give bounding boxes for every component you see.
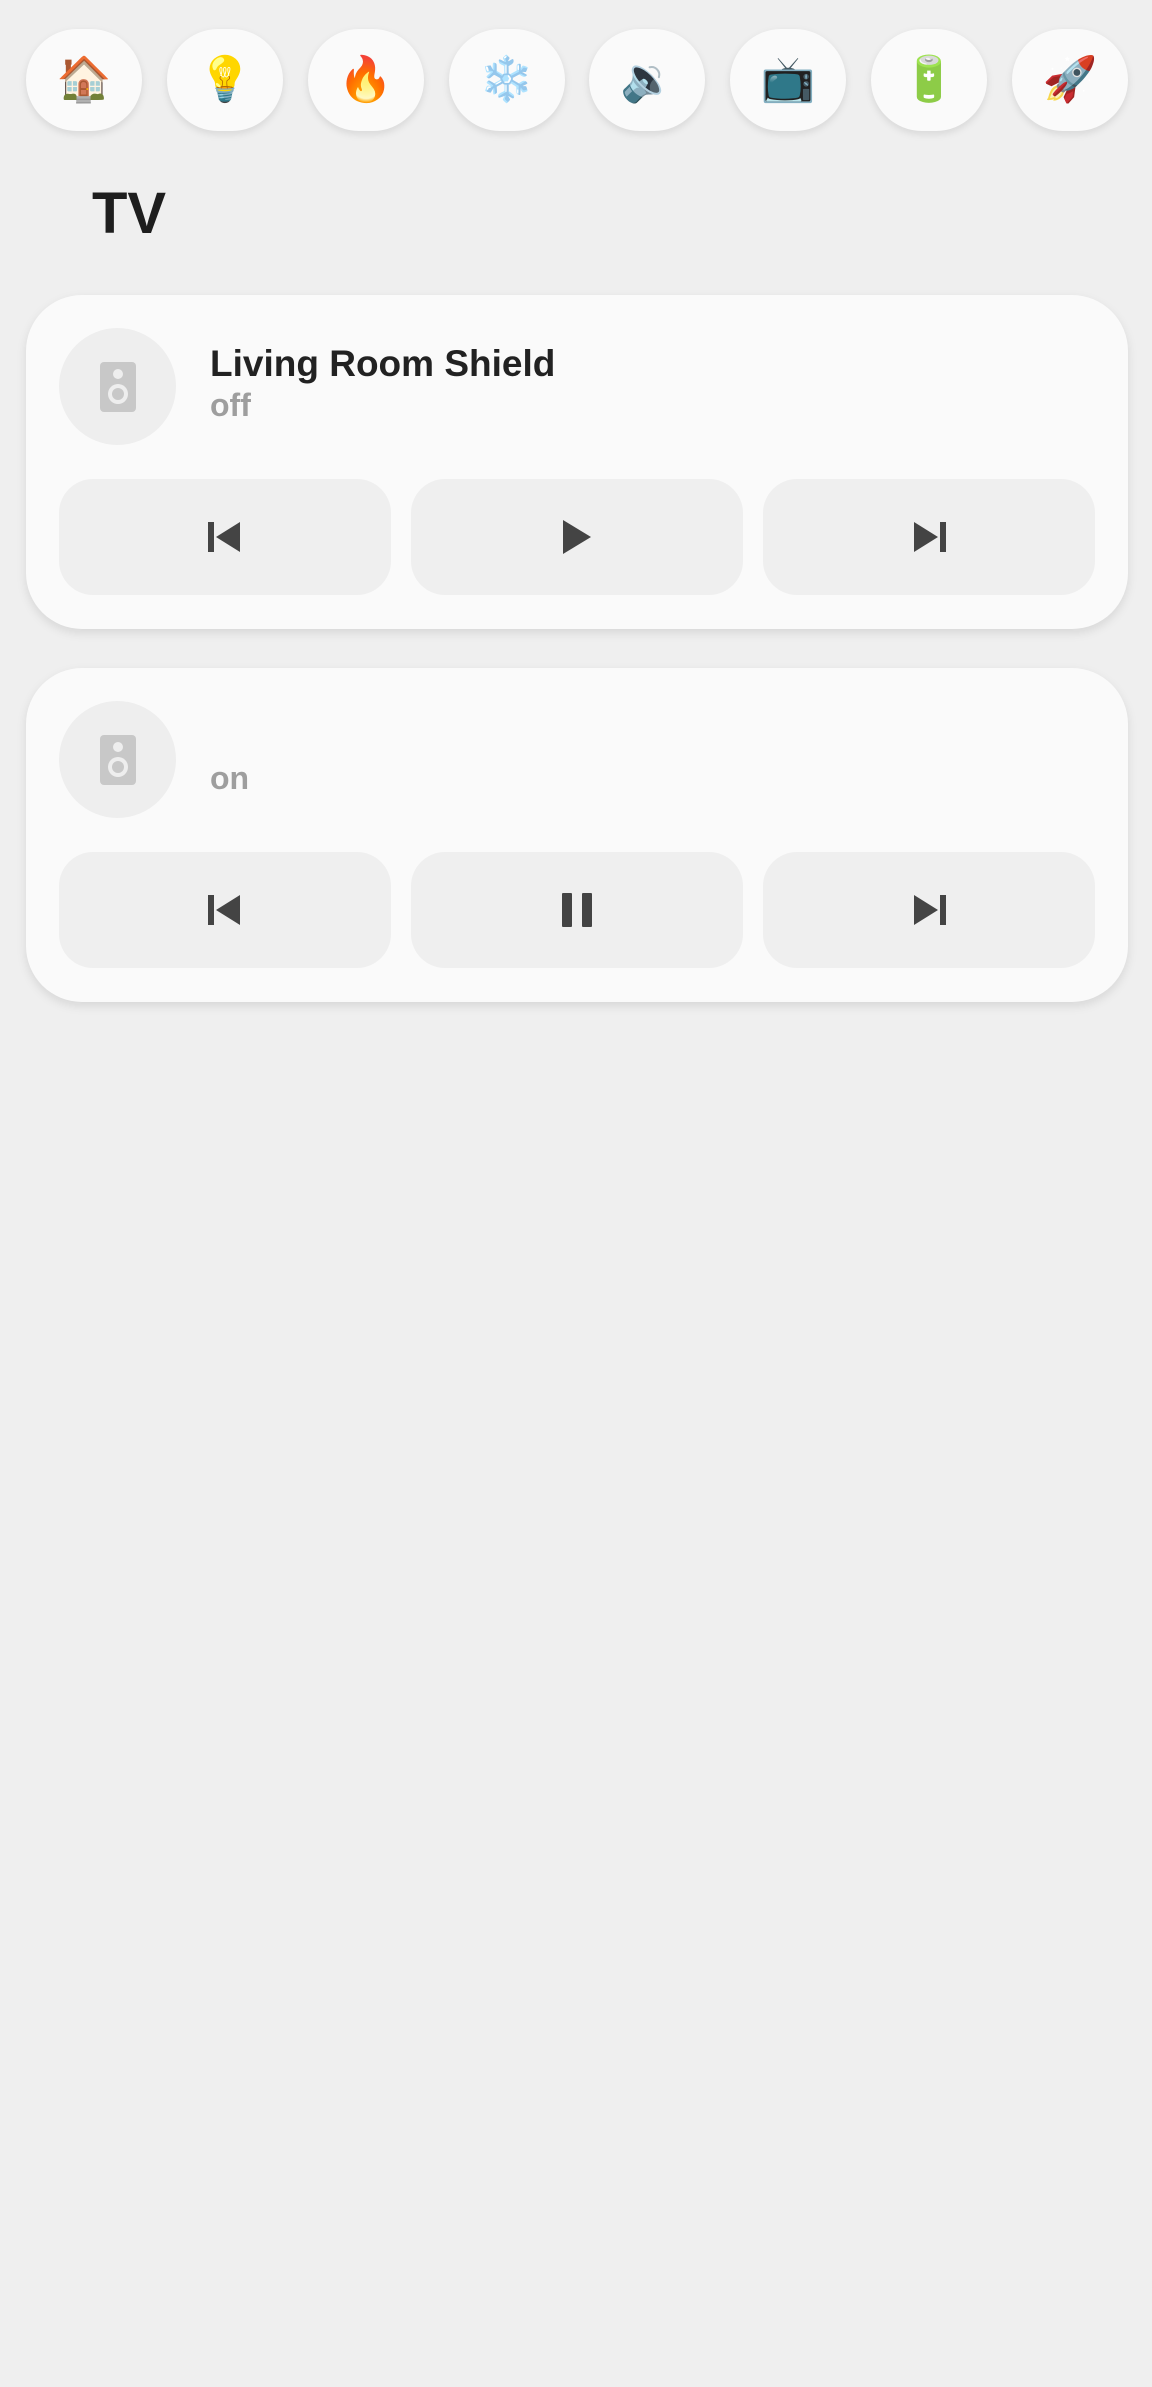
speaker-icon xyxy=(99,734,136,785)
media-controls xyxy=(59,852,1095,968)
pause-icon xyxy=(562,893,592,927)
media-player-card: on xyxy=(26,668,1128,1002)
nav-tv-button[interactable]: 📺 xyxy=(730,29,847,131)
media-player-state: on xyxy=(210,760,250,796)
previous-track-button[interactable] xyxy=(59,479,391,595)
previous-icon xyxy=(208,522,240,552)
play-button[interactable] xyxy=(411,479,743,595)
nav-lights-button[interactable]: 💡 xyxy=(166,29,283,131)
media-player-icon-button[interactable] xyxy=(59,328,176,445)
media-player-icon-button[interactable] xyxy=(59,701,176,818)
media-player-card: Living Room Shield off xyxy=(26,295,1128,629)
next-track-button[interactable] xyxy=(763,479,1095,595)
nav-speaker-button[interactable]: 🔉 xyxy=(589,29,706,131)
top-nav: 🏠 💡 🔥 ❄️ 🔉 📺 🔋 🚀 xyxy=(26,29,1128,131)
play-icon xyxy=(563,520,591,554)
pause-button[interactable] xyxy=(411,852,743,968)
page-title: TV xyxy=(92,181,167,246)
snowflake-icon: ❄️ xyxy=(479,55,534,104)
next-track-button[interactable] xyxy=(763,852,1095,968)
speaker-volume-icon: 🔉 xyxy=(619,55,675,104)
speaker-icon xyxy=(99,361,136,412)
media-player-state: off xyxy=(210,387,251,423)
previous-track-button[interactable] xyxy=(59,852,391,968)
media-controls xyxy=(59,479,1095,595)
lightbulb-icon: 💡 xyxy=(197,55,253,104)
nav-heating-button[interactable]: 🔥 xyxy=(307,29,424,131)
nav-home-button[interactable]: 🏠 xyxy=(26,29,142,131)
media-player-name: Living Room Shield xyxy=(210,343,556,384)
next-icon xyxy=(914,895,946,925)
nav-rocket-button[interactable]: 🚀 xyxy=(1011,29,1128,131)
battery-icon: 🔋 xyxy=(901,55,957,104)
rocket-icon: 🚀 xyxy=(1042,55,1098,104)
nav-cooling-button[interactable]: ❄️ xyxy=(448,29,565,131)
fire-icon: 🔥 xyxy=(338,55,394,104)
home-icon: 🏠 xyxy=(56,55,112,104)
tv-icon: 📺 xyxy=(760,55,816,104)
previous-icon xyxy=(208,895,240,925)
nav-battery-button[interactable]: 🔋 xyxy=(871,29,988,131)
next-icon xyxy=(914,522,946,552)
